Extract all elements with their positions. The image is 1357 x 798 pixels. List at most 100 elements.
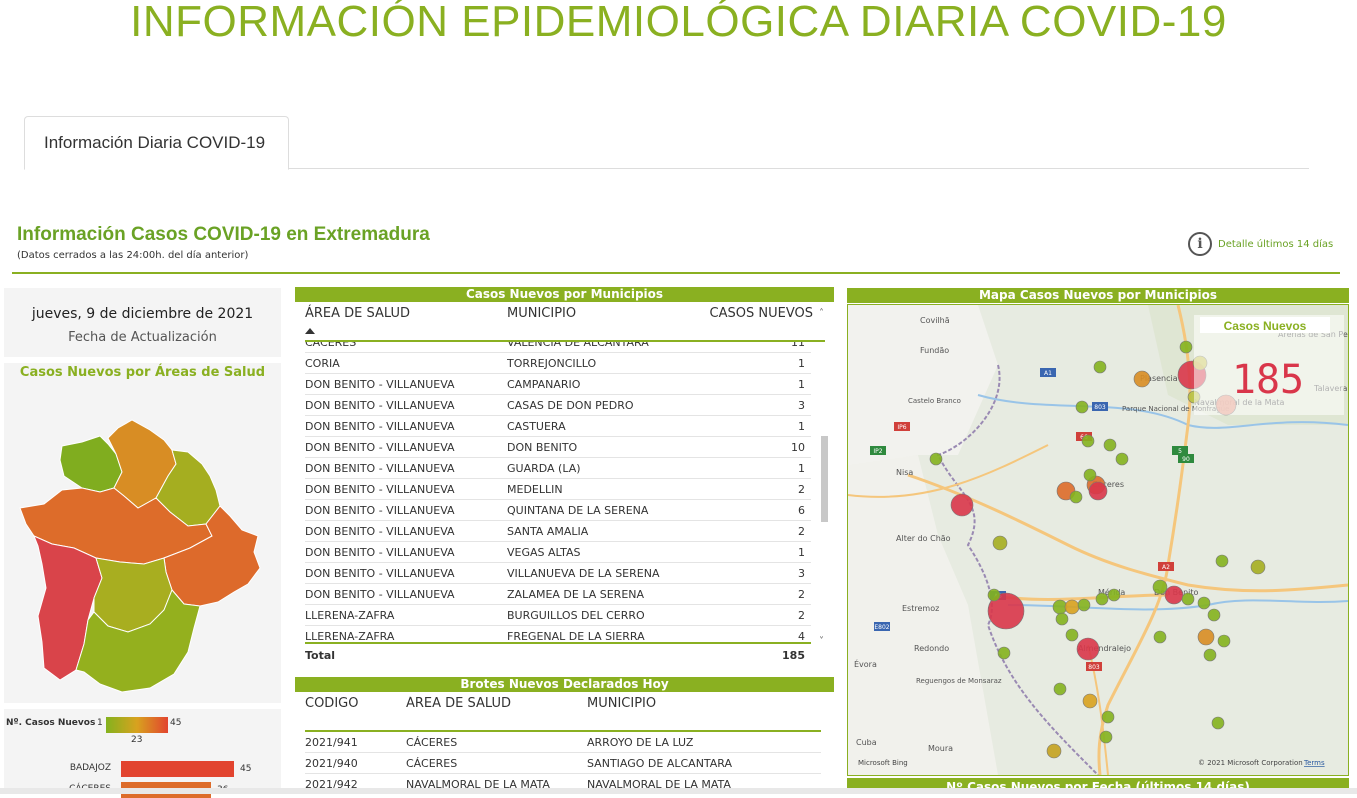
table-row[interactable]: DON BENITO - VILLANUEVA CAMPANARIO 1 bbox=[305, 374, 811, 395]
table-row[interactable]: DON BENITO - VILLANUEVA GUARDA (LA) 1 bbox=[305, 458, 811, 479]
map-bubble[interactable] bbox=[1197, 596, 1211, 610]
geo-map-canvas[interactable]: Covilhã Fundão Castelo Branco Nisa Alter do … bbox=[848, 305, 1348, 775]
map-bubble[interactable] bbox=[1203, 648, 1217, 662]
scroll-down-icon[interactable]: ˅ bbox=[819, 636, 824, 647]
table-row[interactable]: LLERENA-ZAFRA FREGENAL DE LA SIERRA 4 bbox=[305, 626, 811, 643]
map-bubble[interactable] bbox=[929, 452, 943, 466]
map-bubble[interactable] bbox=[950, 493, 974, 517]
cell-municipio: GUARDA (LA) bbox=[507, 461, 581, 475]
scroll-up-icon[interactable]: ˄ bbox=[819, 308, 824, 319]
map-bubble[interactable] bbox=[1217, 634, 1231, 648]
table-row[interactable]: DON BENITO - VILLANUEVA VEGAS ALTAS 1 bbox=[305, 542, 811, 563]
table-row[interactable]: DON BENITO - VILLANUEVA VILLANUEVA DE LA … bbox=[305, 563, 811, 584]
legend-bar[interactable] bbox=[121, 761, 234, 777]
table-row[interactable]: DON BENITO - VILLANUEVA MEDELLIN 2 bbox=[305, 479, 811, 500]
table-row[interactable]: DON BENITO - VILLANUEVA CASTUERA 1 bbox=[305, 416, 811, 437]
map-bubble[interactable] bbox=[1064, 599, 1080, 615]
map-bubble[interactable] bbox=[1133, 370, 1151, 388]
detail-link-label[interactable]: Detalle últimos 14 días bbox=[1218, 239, 1333, 250]
map-place-label: Fundão bbox=[920, 346, 949, 355]
tab-informacion-diaria[interactable]: Información Diaria COVID-19 bbox=[24, 116, 289, 170]
report-title: Información Casos COVID-19 en Extremadur… bbox=[17, 224, 430, 245]
map-bubble[interactable] bbox=[1065, 628, 1079, 642]
table-row[interactable]: 2021/941 CÁCERES ARROYO DE LA LUZ bbox=[305, 732, 821, 753]
map-bubble[interactable] bbox=[1179, 340, 1193, 354]
table-row[interactable]: DON BENITO - VILLANUEVA ZALAMEA DE LA SER… bbox=[305, 584, 811, 605]
map-bubble[interactable] bbox=[1069, 490, 1083, 504]
sort-asc-icon[interactable] bbox=[305, 328, 315, 334]
map-bubble[interactable] bbox=[1095, 592, 1109, 606]
map-bubble[interactable] bbox=[1076, 637, 1100, 661]
geo-map[interactable]: Covilhã Fundão Castelo Branco Nisa Alter do … bbox=[847, 304, 1349, 776]
update-date-label: Fecha de Actualización bbox=[68, 330, 217, 345]
areas-choropleth[interactable] bbox=[4, 380, 281, 700]
scroll-thumb[interactable] bbox=[821, 436, 828, 522]
report-subtitle: (Datos cerrados a las 24:00h. del día an… bbox=[17, 250, 249, 261]
cell-area: LLERENA-ZAFRA bbox=[305, 608, 395, 622]
table-row[interactable]: DON BENITO - VILLANUEVA QUINTANA DE LA SE… bbox=[305, 500, 811, 521]
map-bubble[interactable] bbox=[1152, 579, 1168, 595]
cell-municipio: TORREJONCILLO bbox=[507, 356, 597, 370]
map-bubble[interactable] bbox=[1250, 559, 1266, 575]
table-row[interactable]: CORIA TORREJONCILLO 1 bbox=[305, 353, 811, 374]
brotes-table: CÓDIGO ÁREA DE SALUD MUNICIPIO 2021/941 C… bbox=[305, 696, 821, 788]
table-row[interactable]: DON BENITO - VILLANUEVA CASAS DE DON PEDR… bbox=[305, 395, 811, 416]
col-municipio[interactable]: MUNICIPIO bbox=[507, 306, 707, 340]
map-bubble[interactable] bbox=[1083, 468, 1097, 482]
table-row[interactable]: DON BENITO - VILLANUEVA DON BENITO 10 bbox=[305, 437, 811, 458]
cell-municipio: SANTA AMALIA bbox=[507, 524, 589, 538]
map-bubble[interactable] bbox=[1081, 434, 1095, 448]
total-label: Total bbox=[305, 648, 336, 662]
map-bubble[interactable] bbox=[1153, 630, 1167, 644]
col-area[interactable]: ÁREA DE SALUD bbox=[406, 696, 587, 730]
cell-municipio: VEGAS ALTAS bbox=[507, 545, 581, 559]
map-bubble[interactable] bbox=[1197, 628, 1215, 646]
map-bubble[interactable] bbox=[1181, 592, 1195, 606]
col-municipio-brote[interactable]: MUNICIPIO bbox=[587, 696, 787, 730]
map-place-label: Redondo bbox=[914, 644, 949, 653]
map-bubble[interactable] bbox=[1046, 743, 1062, 759]
map-terms-link[interactable]: Terms bbox=[1303, 759, 1325, 767]
map-bubble[interactable] bbox=[1101, 710, 1115, 724]
map-bubble[interactable] bbox=[1055, 612, 1069, 626]
map-bubble[interactable] bbox=[1082, 693, 1098, 709]
map-bubble[interactable] bbox=[1115, 452, 1129, 466]
date-card: jueves, 9 de diciembre de 2021 Fecha de … bbox=[4, 288, 281, 357]
municipios-scrollbar[interactable]: ˄ ˅ bbox=[819, 306, 829, 656]
map-bubble[interactable] bbox=[1207, 608, 1221, 622]
col-codigo[interactable]: CÓDIGO bbox=[305, 696, 406, 730]
cell-casos: 2 bbox=[798, 608, 805, 622]
map-bubble[interactable] bbox=[1215, 554, 1229, 568]
table-row[interactable]: 2021/940 CÁCERES SANTIAGO DE ALCANTARA bbox=[305, 753, 821, 774]
map-bubble[interactable] bbox=[1077, 598, 1091, 612]
map-bubble[interactable] bbox=[987, 588, 1001, 602]
cell-area: DON BENITO - VILLANUEVA bbox=[305, 587, 455, 601]
map-bubble[interactable] bbox=[1088, 481, 1108, 501]
map-bubble[interactable] bbox=[1211, 716, 1225, 730]
cell-area: DON BENITO - VILLANUEVA bbox=[305, 398, 455, 412]
map-bubble[interactable] bbox=[1053, 682, 1067, 696]
map-bubble[interactable] bbox=[1093, 360, 1107, 374]
table-row[interactable]: CÁCERES VALENCIA DE ALCÁNTARA 11 bbox=[305, 342, 811, 353]
map-bubble[interactable] bbox=[1107, 588, 1121, 602]
areas-map-card: Casos Nuevos por Áreas de Salud bbox=[4, 363, 281, 703]
map-bubble[interactable] bbox=[1164, 585, 1184, 605]
table-row[interactable]: LLERENA-ZAFRA BURGUILLOS DEL CERRO 2 bbox=[305, 605, 811, 626]
col-casos-nuevos[interactable]: CASOS NUEVOS bbox=[707, 306, 813, 340]
road-label: A1 bbox=[1044, 370, 1052, 377]
map-bubble[interactable] bbox=[1103, 438, 1117, 452]
municipios-table: ÁREA DE SALUD MUNICIPIO CASOS NUEVOS CÁC… bbox=[305, 306, 828, 666]
map-bubble[interactable] bbox=[1075, 400, 1089, 414]
detail-link[interactable]: i Detalle últimos 14 días bbox=[1188, 232, 1333, 256]
map-bubble[interactable] bbox=[997, 646, 1011, 660]
map-bubble[interactable] bbox=[1099, 730, 1113, 744]
map-bubble[interactable] bbox=[992, 535, 1008, 551]
bottom-scrollbar[interactable] bbox=[0, 788, 1357, 794]
col-area-salud[interactable]: ÁREA DE SALUD bbox=[305, 306, 507, 340]
info-icon[interactable]: i bbox=[1188, 232, 1212, 256]
map-place-label: Reguengos de Monsaraz bbox=[916, 677, 1002, 685]
brotes-rows: 2021/941 CÁCERES ARROYO DE LA LUZ 2021/940 C… bbox=[305, 732, 821, 788]
table-row[interactable]: 2021/942 NAVALMORAL DE LA MATA NAVALMORAL … bbox=[305, 774, 821, 789]
road-label: 90 bbox=[1182, 456, 1190, 463]
table-row[interactable]: DON BENITO - VILLANUEVA SANTA AMALIA 2 bbox=[305, 521, 811, 542]
